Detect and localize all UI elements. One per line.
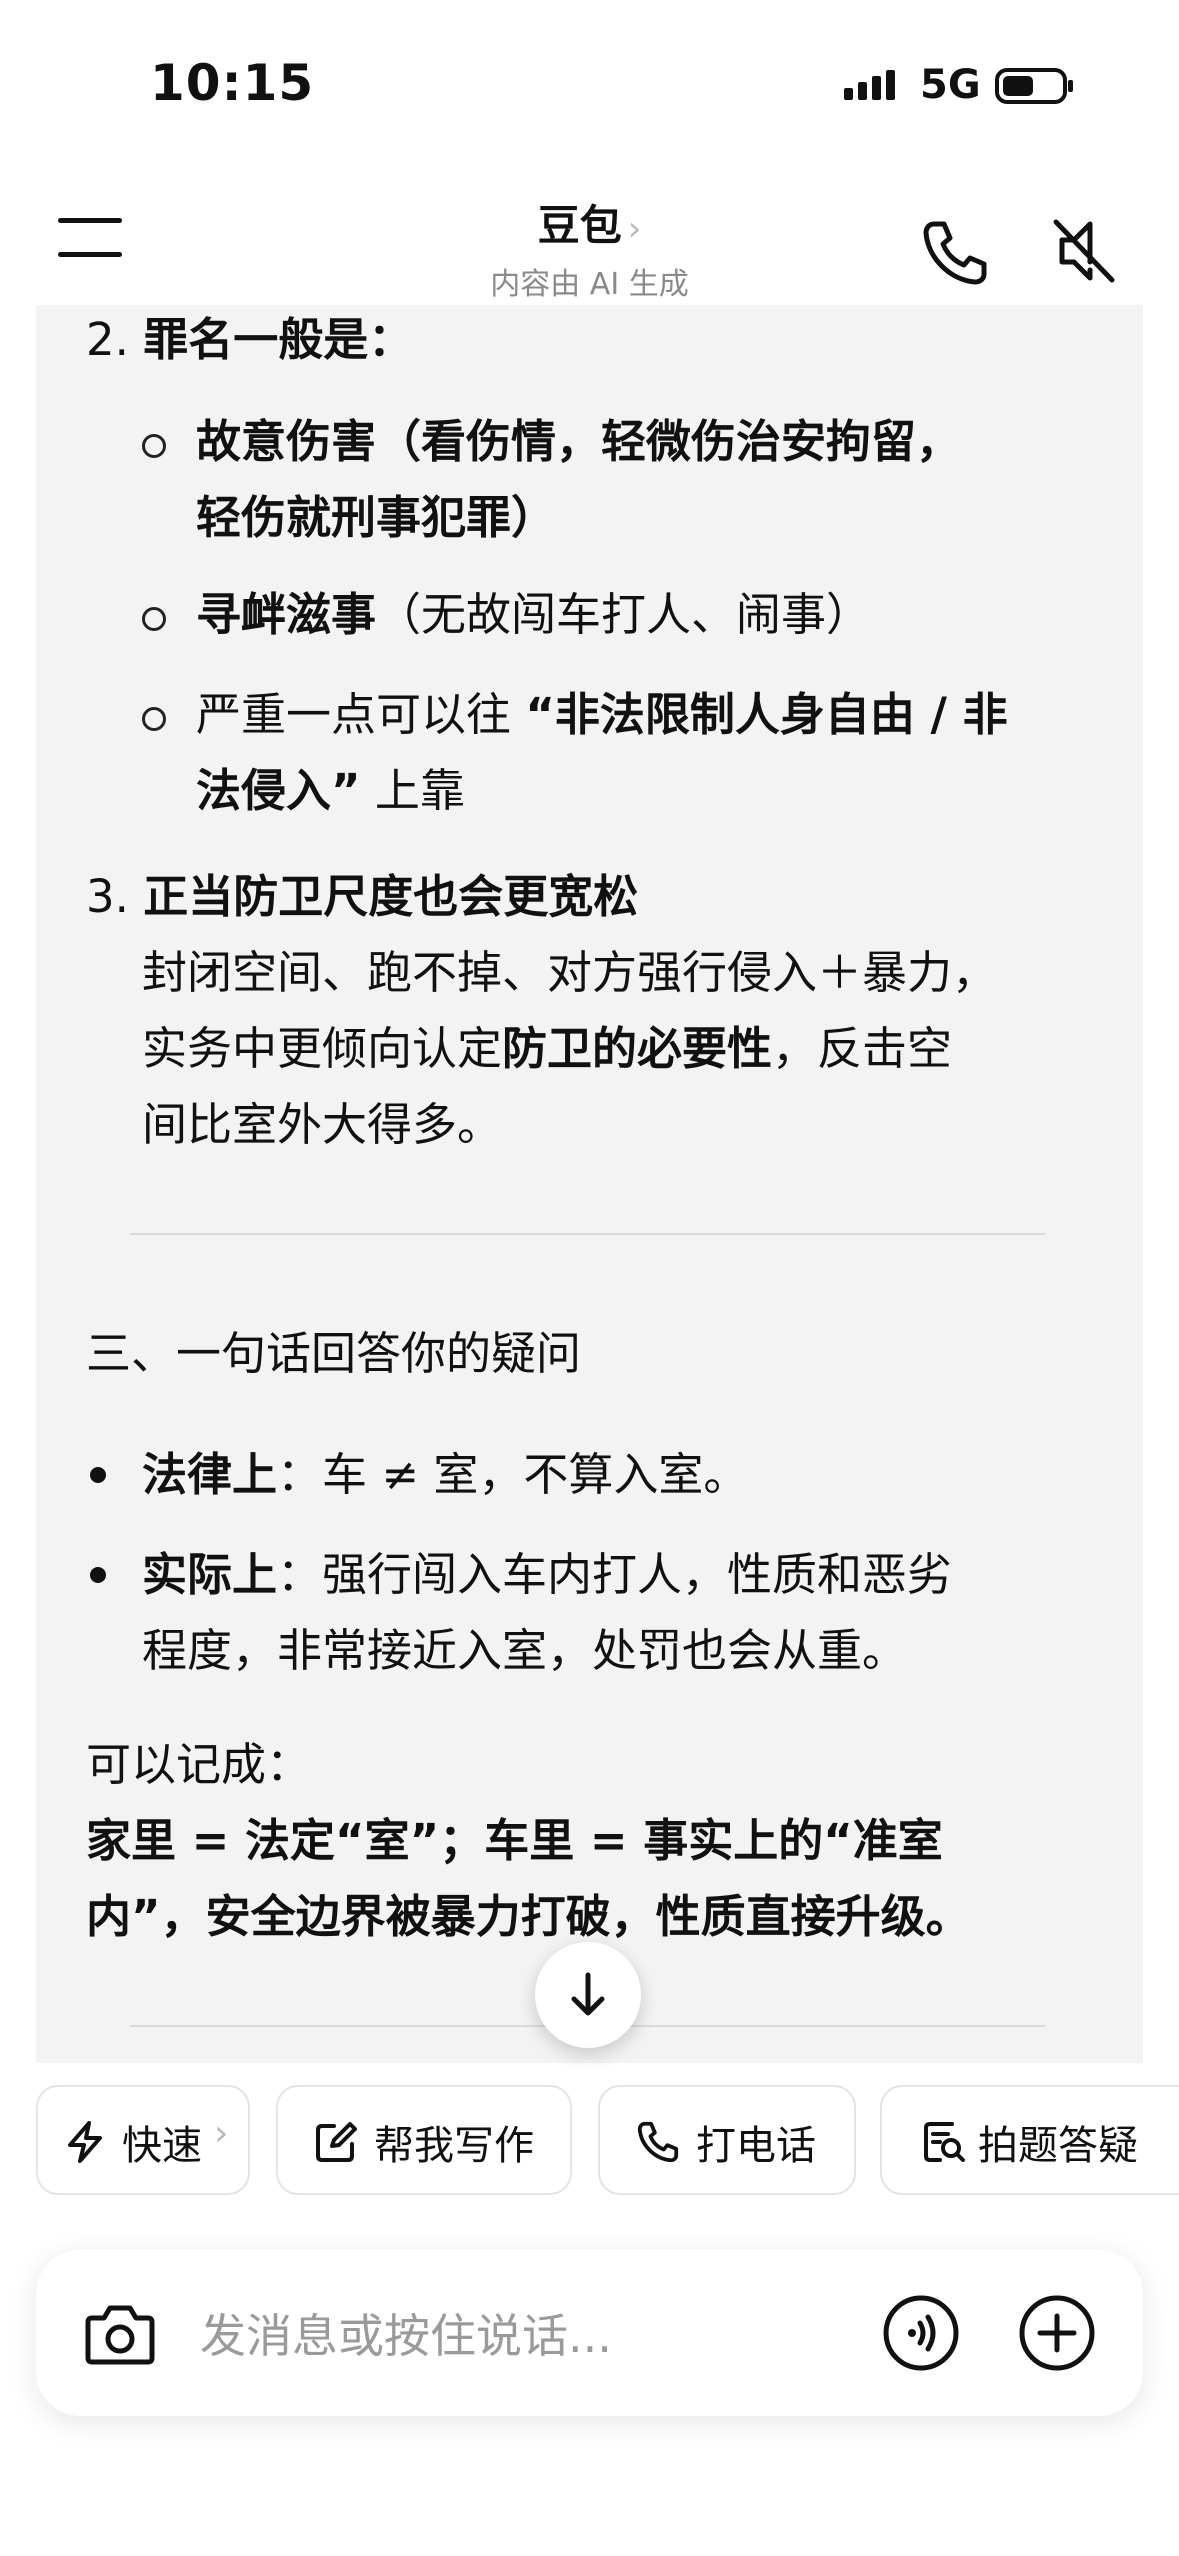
network-label: 5G — [920, 62, 981, 108]
sub-item-rest: 上靠 — [360, 764, 465, 817]
bullet-2-line1: 实际上：强行闯入车内打人，性质和恶劣 — [142, 1536, 952, 1614]
list-item-2-heading: 2. 罪名一般是： — [86, 305, 413, 379]
bold-span: 防卫的必要性 — [502, 1022, 773, 1075]
sub-bullet-icon — [142, 607, 166, 631]
camera-icon[interactable] — [84, 2302, 156, 2366]
item-3-line2: 实务中更倾向认定防卫的必要性，反击空 — [142, 1010, 952, 1088]
sub-item-rest: ） — [511, 491, 557, 544]
section-divider — [130, 1233, 1045, 1235]
phone-icon[interactable] — [920, 218, 990, 288]
bullet-1: 法律上：车 ≠ 室，不算入室。 — [142, 1436, 748, 1514]
sub-item-3-line2: 法侵入” 上靠 — [196, 752, 465, 830]
sub-item-bold: 故意伤害 — [196, 415, 377, 468]
quick-action-photo-question[interactable]: 拍题答疑 — [880, 2085, 1179, 2195]
sub-item-rest: （看伤情，轻微伤治安拘留， — [376, 415, 962, 468]
section-heading: 三、一句话回答你的疑问 — [86, 1327, 582, 1380]
quick-actions: 快速 › 帮我写作 打电话 拍题答疑 — [0, 2085, 1179, 2205]
chat-title-area[interactable]: 豆包 › 内容由 AI 生成 — [0, 192, 1179, 303]
bullet-2-line2: 程度，非常接近入室，处罚也会从重。 — [142, 1624, 908, 1677]
sub-item-rest: （无故闯车打人、闹事） — [376, 588, 872, 641]
edit-icon — [316, 2122, 357, 2162]
scroll-to-bottom-button[interactable] — [535, 1942, 641, 2048]
bullet-bold: 法律上 — [142, 1448, 278, 1501]
chat-title[interactable]: 豆包 — [538, 201, 622, 250]
sub-bullet-icon — [142, 434, 166, 458]
sub-item-2: 寻衅滋事（无故闯车打人、闹事） — [196, 576, 871, 654]
plus-icon[interactable] — [1018, 2294, 1096, 2372]
chevron-right-icon: › — [627, 209, 642, 249]
chip-label: 帮我写作 — [374, 2123, 534, 2169]
item-3-line1: 封闭空间、跑不掉、对方强行侵入＋暴力， — [142, 946, 998, 999]
list-number: 3. — [86, 870, 129, 923]
bullet-icon — [90, 1467, 106, 1483]
list-number: 2. — [86, 313, 129, 366]
sub-item-bold: “非法限制人身自由 / 非 — [525, 688, 1008, 741]
bullet-bold: 实际上 — [142, 1548, 278, 1601]
list-item-3-heading: 3. 正当防卫尺度也会更宽松 — [86, 858, 638, 936]
text-span: ，反击空 — [772, 1022, 953, 1075]
quick-action-fast[interactable]: 快速 › — [36, 2085, 250, 2195]
arrow-down-icon — [571, 1972, 605, 2016]
sub-item-1-line1: 故意伤害（看伤情，轻微伤治安拘留， — [196, 403, 961, 481]
text-span: 实务中更倾向认定 — [142, 1022, 503, 1075]
signal-icon — [844, 70, 895, 100]
sub-item-rest: 严重一点可以往 — [196, 688, 526, 741]
mute-icon[interactable] — [1050, 214, 1120, 288]
quick-action-writing[interactable]: 帮我写作 — [276, 2085, 572, 2195]
chat-header: 豆包 › 内容由 AI 生成 — [0, 170, 1179, 305]
battery-icon — [995, 68, 1073, 104]
sub-item-1-line2: 轻伤就刑事犯罪） — [196, 479, 556, 557]
bullet-text: ：车 ≠ 室，不算入室。 — [277, 1448, 749, 1501]
bullet-text: ：强行闯入车内打人，性质和恶劣 — [277, 1548, 953, 1601]
sub-item-bold: 轻伤就刑事犯罪 — [196, 491, 512, 544]
heading-text: 罪名一般是： — [143, 313, 414, 366]
quick-action-call[interactable]: 打电话 — [598, 2085, 856, 2195]
sub-bullet-icon — [142, 707, 166, 731]
message-input[interactable]: 发消息或按住说话... — [200, 2300, 612, 2366]
sub-item-3-line1: 严重一点可以往 “非法限制人身自由 / 非 — [196, 676, 1008, 754]
status-bar: 10:15 5G — [0, 0, 1179, 170]
voice-icon[interactable] — [882, 2294, 960, 2372]
chevron-right-icon: › — [214, 2113, 229, 2154]
summary-line1: 家里 = 法定“室”；车里 = 事实上的“准室 — [86, 1814, 943, 1867]
phone-icon — [637, 2121, 679, 2163]
chip-label: 拍题答疑 — [978, 2123, 1138, 2169]
status-time: 10:15 — [150, 54, 315, 112]
lightning-icon — [68, 2121, 102, 2163]
message-composer[interactable]: 发消息或按住说话... — [36, 2250, 1143, 2416]
search-doc-icon — [924, 2122, 965, 2162]
ai-generated-note: 内容由 AI 生成 — [490, 267, 689, 302]
summary-line2: 内”，安全边界被暴力打破，性质直接升级。 — [86, 1890, 971, 1943]
bullet-icon — [90, 1567, 106, 1583]
sub-item-bold: 寻衅滋事 — [196, 588, 377, 641]
item-3-line3: 间比室外大得多。 — [142, 1098, 503, 1151]
chip-label: 快速 — [122, 2123, 202, 2169]
heading-text: 正当防卫尺度也会更宽松 — [143, 870, 639, 923]
assistant-message: 2. 罪名一般是： 故意伤害（看伤情，轻微伤治安拘留， 轻伤就刑事犯罪） 寻衅滋… — [36, 305, 1143, 2063]
note-label: 可以记成： — [86, 1738, 312, 1791]
sub-item-bold: 法侵入” — [196, 764, 361, 817]
chip-label: 打电话 — [696, 2123, 816, 2169]
